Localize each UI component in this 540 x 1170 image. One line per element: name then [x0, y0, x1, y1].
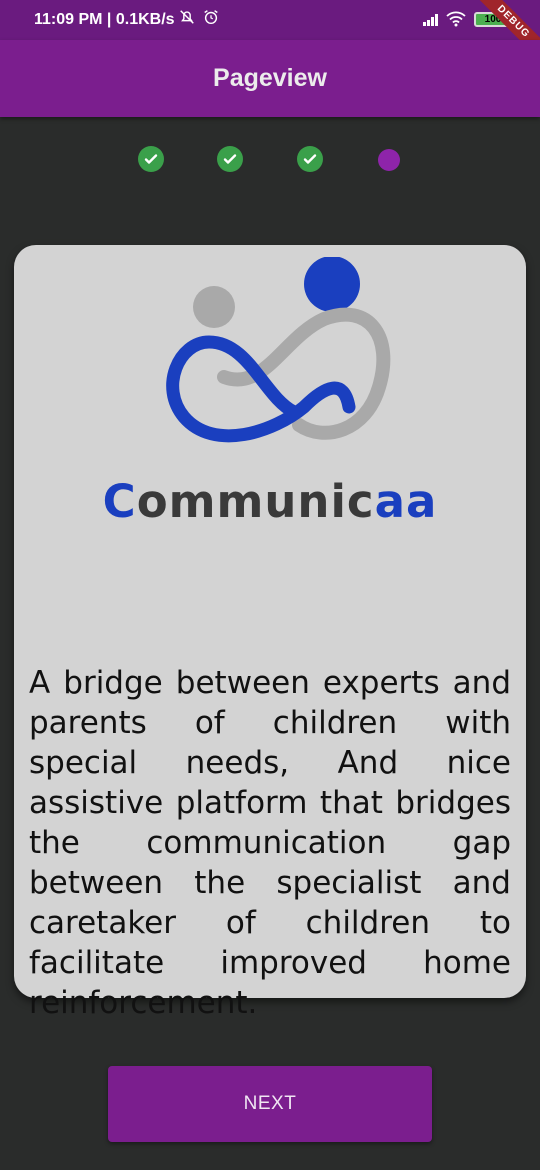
page-indicator — [0, 146, 540, 174]
wifi-icon — [446, 11, 466, 27]
step-2-complete[interactable] — [217, 146, 243, 172]
alarm-icon — [204, 10, 218, 25]
next-button[interactable]: NEXT — [108, 1066, 432, 1142]
page-title: Pageview — [213, 64, 327, 92]
brand-middle: ommunic — [136, 475, 375, 528]
signal-icon — [423, 12, 438, 26]
app-bar: Pageview — [0, 40, 540, 117]
brand-name: Communicaa — [14, 475, 526, 528]
step-3-complete[interactable] — [297, 146, 323, 172]
check-icon — [303, 154, 317, 164]
brand-first-letter: C — [102, 475, 137, 528]
check-icon — [223, 154, 237, 164]
status-bar: 11:09 PM | 0.1KB/s 100 DEBUG — [0, 0, 540, 67]
onboarding-card: Communicaa A bridge between experts and … — [14, 245, 526, 1021]
check-icon — [144, 154, 158, 164]
notifications-off-icon — [180, 10, 194, 24]
step-4-current[interactable] — [378, 149, 400, 171]
brand-last: aa — [374, 475, 438, 528]
description-text: A bridge between experts and parents of … — [29, 665, 511, 1021]
status-icons — [178, 8, 220, 26]
communicaa-logo-icon — [166, 257, 391, 443]
step-1-complete[interactable] — [138, 146, 164, 172]
next-button-label: NEXT — [243, 1093, 297, 1114]
status-time: 11:09 PM | 0.1KB/s — [34, 11, 175, 28]
